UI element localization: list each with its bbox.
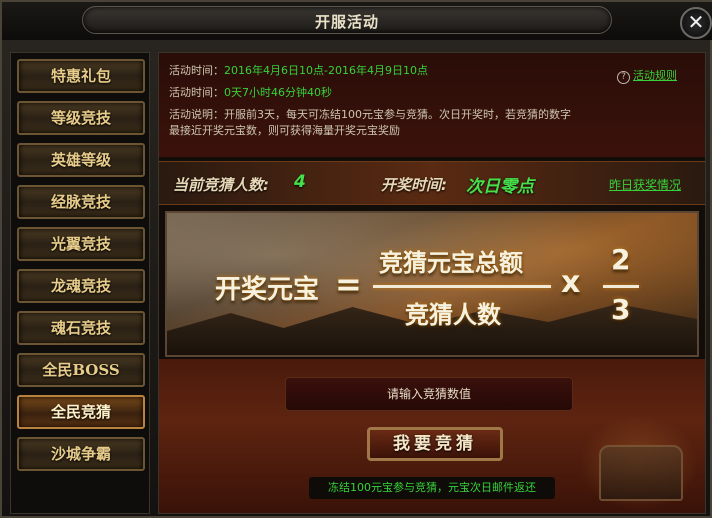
sidebar-item-special-gift[interactable]: 特惠礼包 — [17, 59, 145, 93]
question-icon: ? — [617, 71, 630, 84]
formula-equals: = — [335, 265, 362, 303]
activity-info: 活动时间：2016年4月6日10点-2016年4月9日10点 活动时间：0天7小… — [159, 53, 705, 157]
guess-input[interactable]: 请输入竞猜数值 — [285, 377, 573, 411]
sidebar-item-meridian-contest[interactable]: 经脉竞技 — [17, 185, 145, 219]
sidebar-item-soul-stone-contest[interactable]: 魂石竞技 — [17, 311, 145, 345]
formula-main-divider — [373, 285, 551, 288]
title-plate: 开服活动 — [82, 6, 612, 34]
formula-numerator: 竞猜元宝总额 — [379, 249, 523, 277]
draw-time-label: 开奖时间: — [381, 176, 447, 194]
sidebar-item-world-boss[interactable]: 全民BOSS — [17, 353, 145, 387]
rules-link[interactable]: ? 活动规则 — [617, 67, 677, 84]
remaining-time-value: 0天7小时46分钟40秒 — [224, 86, 332, 99]
sidebar-item-wing-contest[interactable]: 光翼竞技 — [17, 227, 145, 261]
remaining-time-label: 活动时间： — [169, 86, 224, 99]
activity-time-label: 活动时间： — [169, 64, 224, 77]
sidebar-item-dragon-soul-contest[interactable]: 龙魂竞技 — [17, 269, 145, 303]
formula-denominator: 竞猜人数 — [405, 301, 501, 329]
remaining-time-row: 活动时间：0天7小时46分钟40秒 — [169, 85, 695, 101]
participants-count: 4 — [294, 172, 306, 192]
participants-label: 当前竞猜人数: — [173, 176, 269, 194]
freeze-notice: 冻结100元宝参与竞猜，元宝次日邮件返还 — [309, 477, 555, 499]
formula-times: x — [561, 265, 581, 300]
sidebar-item-guess[interactable]: 全民竞猜 — [17, 395, 145, 429]
activity-window: 开服活动 ✕ 特惠礼包 等级竞技 英雄等级 经脉竞技 光翼竞技 龙魂竞技 魂石竞… — [0, 0, 712, 518]
yesterday-winners-link[interactable]: 昨日获奖情况 — [609, 176, 681, 193]
formula-fraction-denominator: 3 — [611, 293, 631, 326]
description-line-1: 开服前3天，每天可冻结100元宝参与竞猜。次日开奖时，若竞猜的数字 — [224, 108, 571, 121]
guess-panel: 请输入竞猜数值 我要竞猜 冻结100元宝参与竞猜，元宝次日邮件返还 — [159, 359, 705, 513]
sidebar: 特惠礼包 等级竞技 英雄等级 经脉竞技 光翼竞技 龙魂竞技 魂石竞技 全民BOS… — [10, 52, 150, 514]
activity-time-value: 2016年4月6日10点-2016年4月9日10点 — [224, 64, 428, 77]
main-panel: 活动时间：2016年4月6日10点-2016年4月9日10点 活动时间：0天7小… — [158, 52, 706, 514]
window-title: 开服活动 — [314, 13, 379, 31]
title-bar: 开服活动 ✕ — [2, 2, 712, 40]
submit-guess-button[interactable]: 我要竞猜 — [367, 427, 503, 461]
close-icon: ✕ — [687, 10, 705, 34]
description-label: 活动说明： — [169, 108, 224, 121]
rules-link-text: 活动规则 — [633, 69, 677, 82]
formula-prize-label: 开奖元宝 — [215, 275, 320, 305]
description-row: 活动说明：开服前3天，每天可冻结100元宝参与竞猜。次日开奖时，若竞猜的数字 — [169, 107, 695, 123]
formula-fraction-divider — [603, 285, 639, 288]
description-line-2: 最接近开奖元宝数，则可获得海量开奖元宝奖励 — [169, 124, 400, 137]
stats-bar: 当前竞猜人数: 4 开奖时间: 次日零点 昨日获奖情况 — [159, 161, 705, 205]
treasure-chest-icon — [599, 445, 683, 501]
prize-formula-banner: 开奖元宝 = 竞猜元宝总额 竞猜人数 x 2 3 — [165, 211, 699, 357]
formula-fraction-numerator: 2 — [611, 243, 631, 276]
draw-time-value: 次日零点 — [466, 177, 534, 197]
sidebar-item-castle-war[interactable]: 沙城争霸 — [17, 437, 145, 471]
close-button[interactable]: ✕ — [680, 7, 712, 39]
sidebar-item-level-contest[interactable]: 等级竞技 — [17, 101, 145, 135]
sidebar-item-hero-level[interactable]: 英雄等级 — [17, 143, 145, 177]
